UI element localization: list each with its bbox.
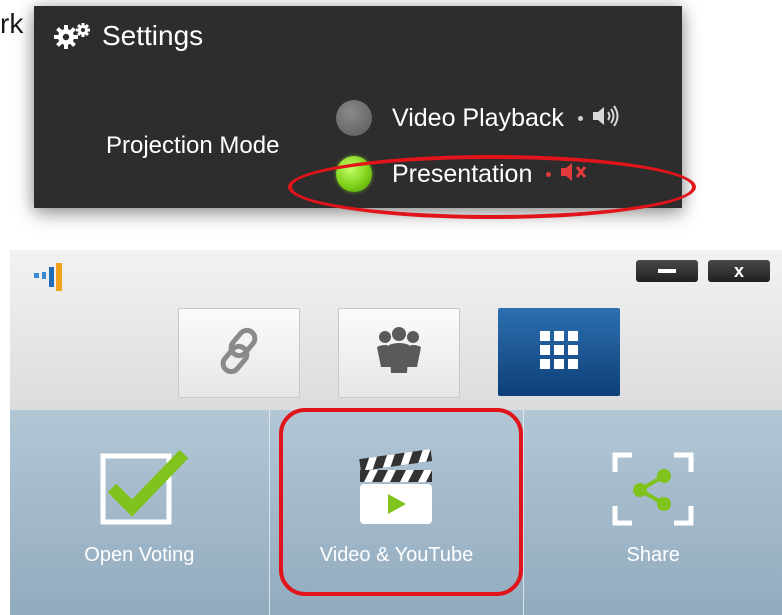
video-playback-radio[interactable] bbox=[336, 100, 372, 136]
app-logo-icon bbox=[32, 260, 72, 294]
option-video-playback[interactable]: Video Playback bbox=[336, 100, 623, 136]
group-button[interactable] bbox=[338, 308, 460, 398]
clipped-text-fragment: rk bbox=[0, 8, 24, 39]
group-icon bbox=[371, 323, 427, 384]
close-icon: x bbox=[733, 261, 744, 281]
close-button[interactable]: x bbox=[708, 260, 770, 282]
settings-header: Settings bbox=[54, 20, 203, 52]
highlight-oval bbox=[288, 155, 696, 219]
link-button[interactable] bbox=[178, 308, 300, 398]
projection-mode-label: Projection Mode bbox=[106, 132, 280, 159]
grid-icon bbox=[538, 329, 580, 376]
video-playback-label: Video Playback bbox=[392, 103, 564, 132]
open-voting-tile[interactable]: Open Voting bbox=[10, 410, 270, 615]
grid-button[interactable] bbox=[498, 308, 620, 396]
minimize-icon bbox=[658, 269, 676, 273]
share-label: Share bbox=[626, 544, 680, 566]
share-icon bbox=[612, 452, 694, 531]
link-icon bbox=[209, 321, 269, 386]
open-voting-label: Open Voting bbox=[84, 544, 195, 566]
separator-dot bbox=[577, 115, 583, 121]
highlight-rectangle bbox=[279, 408, 523, 596]
voting-check-icon bbox=[100, 449, 190, 533]
gear-icon bbox=[54, 21, 92, 51]
speaker-icon bbox=[591, 104, 623, 133]
settings-title: Settings bbox=[102, 20, 204, 51]
app-toolbar: x bbox=[10, 250, 782, 410]
minimize-button[interactable] bbox=[636, 260, 698, 282]
share-tile[interactable]: Share bbox=[524, 410, 782, 615]
